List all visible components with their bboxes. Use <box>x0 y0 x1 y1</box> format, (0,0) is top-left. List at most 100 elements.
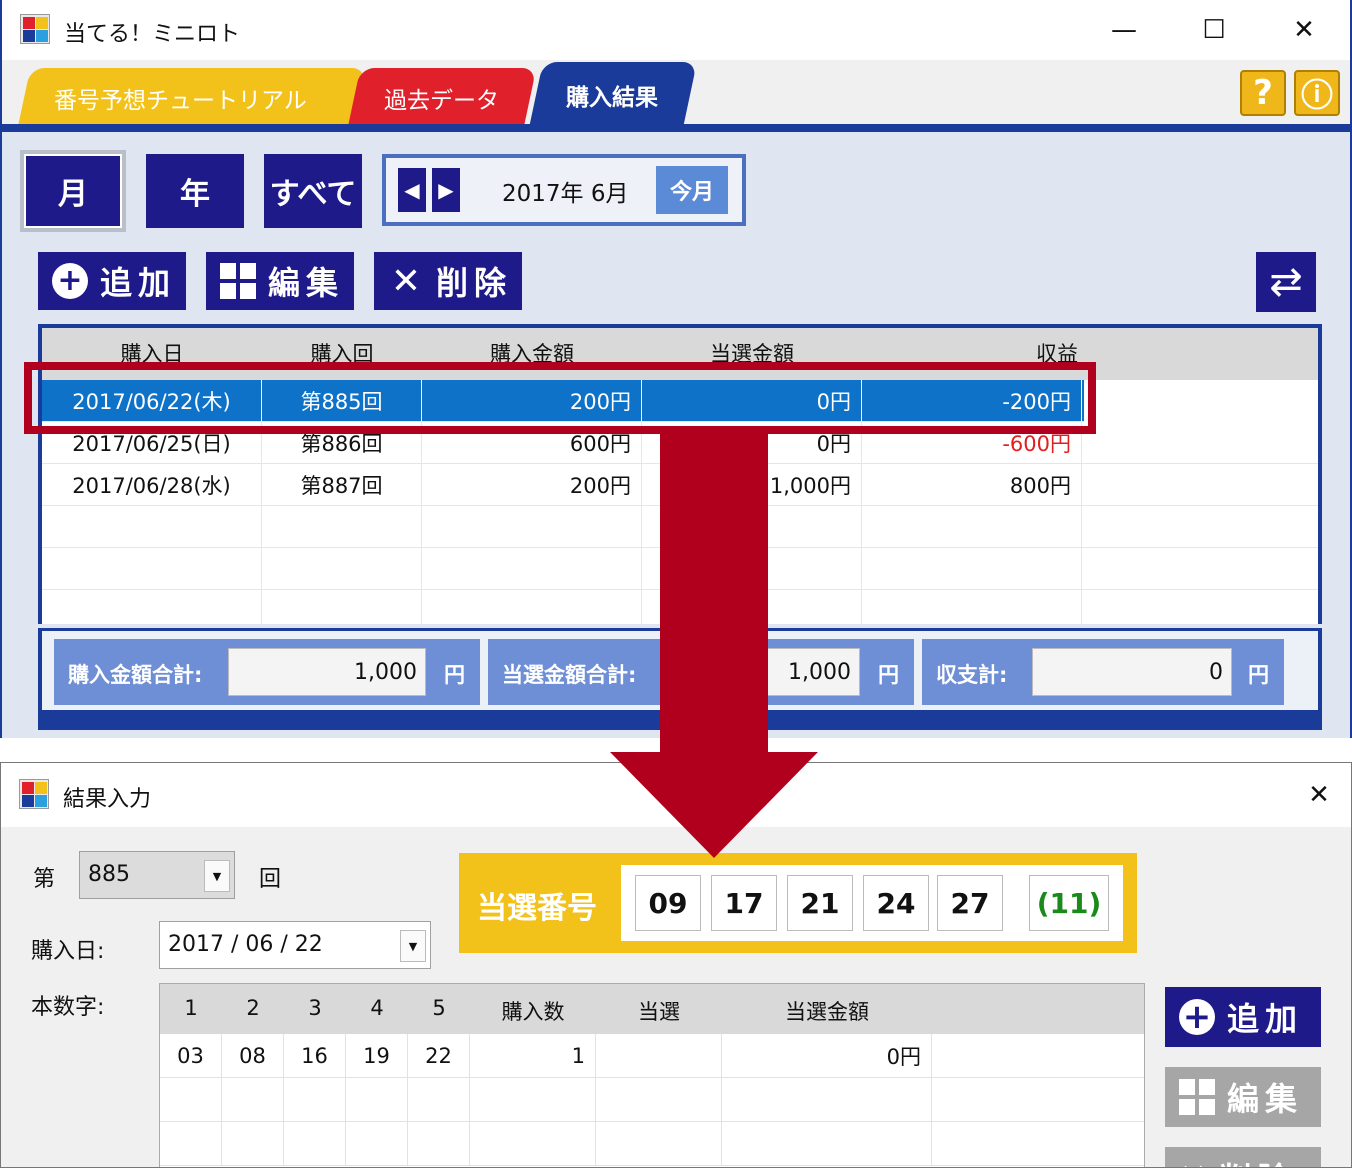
plus-circle-icon: + <box>1179 999 1215 1035</box>
col-header-n1: 1 <box>184 996 198 1020</box>
info-button[interactable]: ⓘ <box>1294 70 1340 116</box>
dialog-title: 結果入力 <box>63 787 152 812</box>
round-select[interactable]: 885 ▼ <box>79 851 235 899</box>
refresh-button[interactable]: ⇄ <box>1256 252 1316 312</box>
summary-bar: 購入金額合計: 1,000 円 当選金額合計: 1,000 円 収支計: 0 円 <box>38 628 1322 710</box>
edit-button[interactable]: 編集 <box>206 252 354 310</box>
x-icon: ✕ <box>1179 1157 1208 1167</box>
question-icon: ? <box>1253 73 1273 113</box>
add-button[interactable]: + 追加 <box>38 252 186 310</box>
cell-n5: 22 <box>408 1034 470 1078</box>
winning-numbers-title: 当選番号 <box>477 891 597 926</box>
col-header-n3: 3 <box>308 996 322 1020</box>
result-input-dialog: 結果入力 ✕ 第 885 ▼ 回 購入日: 2017 / 06 / 22 ▼ 本… <box>0 762 1352 1168</box>
purchase-date-picker[interactable]: 2017 / 06 / 22 ▼ <box>159 921 431 969</box>
table-row[interactable]: 2017/06/28(水) 第887回 200円 1,000円 800円 <box>42 464 1318 506</box>
close-button[interactable]: ✕ <box>1274 10 1334 50</box>
grid-row-empty <box>160 1122 1144 1166</box>
winning-numbers-box: 09 17 21 24 27 (11) <box>621 865 1123 941</box>
cell-n3: 16 <box>284 1034 346 1078</box>
yen-unit: 円 <box>1248 663 1269 687</box>
winning-number: 21 <box>787 875 853 931</box>
main-numbers-label: 本数字: <box>31 995 105 1020</box>
yen-unit: 円 <box>444 663 465 687</box>
tab-past-data[interactable]: 過去データ <box>347 68 537 128</box>
minimize-button[interactable]: — <box>1094 10 1154 50</box>
cell-amount: 0円 <box>722 1034 932 1078</box>
refresh-icon: ⇄ <box>1269 259 1303 305</box>
tab-underline <box>2 124 1350 132</box>
delete-button[interactable]: ✕ 削除 <box>374 252 522 310</box>
cell-n1: 03 <box>160 1034 222 1078</box>
grid-row[interactable]: 03 08 16 19 22 1 0円 <box>160 1034 1144 1078</box>
panel-splitter[interactable]: ▲ ··· <box>38 710 1322 730</box>
table-row-empty <box>42 548 1318 590</box>
winning-number: 24 <box>863 875 929 931</box>
col-header-n5: 5 <box>432 996 446 1020</box>
col-header-count: 購入数 <box>501 1000 565 1024</box>
grid-header: 1 2 3 4 5 購入数 当選 当選金額 <box>160 984 1144 1034</box>
round-suffix-label: 回 <box>259 867 282 892</box>
help-button[interactable]: ? <box>1240 70 1286 116</box>
winning-numbers-panel: 当選番号 09 17 21 24 27 (11) <box>459 853 1137 953</box>
grid-icon <box>1179 1079 1215 1115</box>
col-header-hit: 当選 <box>638 1000 680 1024</box>
tab-tutorial[interactable]: 番号予想チュートリアル <box>17 68 367 128</box>
cell-count: 1 <box>470 1034 596 1078</box>
app-logo-icon <box>20 14 50 44</box>
winning-total-box: 当選金額合計: 1,000 円 <box>488 639 914 705</box>
purchase-date-label: 購入日: <box>31 939 105 964</box>
numbers-grid: 1 2 3 4 5 購入数 当選 当選金額 03 08 16 19 22 1 0… <box>159 983 1145 1167</box>
plus-circle-icon: + <box>52 263 88 299</box>
purchase-total-label: 購入金額合計: <box>68 663 203 687</box>
current-month-label: 2017年 6月 <box>502 181 629 207</box>
balance-total-box: 収支計: 0 円 <box>922 639 1284 705</box>
app-logo-icon <box>19 779 49 809</box>
maximize-button[interactable]: ☐ <box>1184 10 1244 50</box>
tab-purchase-results[interactable]: 購入結果 <box>528 62 698 128</box>
selection-highlight-frame <box>24 362 1096 434</box>
winning-total-label: 当選金額合計: <box>502 663 637 687</box>
purchase-total-box: 購入金額合計: 1,000 円 <box>54 639 480 705</box>
dialog-close-button[interactable]: ✕ <box>1289 775 1349 815</box>
main-window: 当てる！ミニロト — ☐ ✕ 番号予想チュートリアル 過去データ 購入結果 ? … <box>0 0 1352 738</box>
col-header-n4: 4 <box>370 996 384 1020</box>
period-all-button[interactable]: すべて <box>264 154 362 228</box>
table-row-empty <box>42 590 1318 632</box>
winning-number: 27 <box>937 875 1003 931</box>
cell-date: 2017/06/28(水) <box>42 464 262 506</box>
dialog-delete-button[interactable]: ✕削除 <box>1165 1147 1321 1167</box>
prev-month-button[interactable]: ◀ <box>398 168 426 212</box>
chevron-down-icon[interactable]: ▼ <box>400 930 426 962</box>
cell-hit <box>596 1034 722 1078</box>
dialog-edit-button[interactable]: 編集 <box>1165 1067 1321 1127</box>
dialog-add-button[interactable]: + 追加 <box>1165 987 1321 1047</box>
x-icon: ✕ <box>390 260 422 302</box>
winning-number: 17 <box>711 875 777 931</box>
col-header-amount: 当選金額 <box>785 1000 869 1024</box>
col-header-n2: 2 <box>246 996 260 1020</box>
cell-profit: 800円 <box>862 464 1082 506</box>
balance-field: 0 <box>1032 648 1232 696</box>
winning-total-field: 1,000 <box>662 648 860 696</box>
cell-winning: 1,000円 <box>642 464 862 506</box>
window-title: 当てる！ミニロト <box>64 22 241 47</box>
chevron-down-icon[interactable]: ▼ <box>204 860 230 892</box>
table-row-empty <box>42 506 1318 548</box>
tab-bar: 番号予想チュートリアル 過去データ 購入結果 ? ⓘ <box>2 60 1350 128</box>
next-month-button[interactable]: ▶ <box>432 168 460 212</box>
grid-icon <box>220 263 256 299</box>
period-year-button[interactable]: 年 <box>146 154 244 228</box>
this-month-button[interactable]: 今月 <box>656 166 728 214</box>
month-navigator: ◀ ▶ 2017年 6月 今月 <box>382 154 746 226</box>
info-icon: ⓘ <box>1300 76 1333 114</box>
grid-row-empty <box>160 1078 1144 1122</box>
cell-n4: 19 <box>346 1034 408 1078</box>
purchase-total-field: 1,000 <box>228 648 426 696</box>
bonus-number: (11) <box>1029 875 1109 931</box>
cell-purchase: 200円 <box>422 464 642 506</box>
round-value: 885 <box>88 862 130 887</box>
period-month-button[interactable]: 月 <box>20 150 126 232</box>
arrow-right-icon: ▶ <box>438 178 454 202</box>
cell-n2: 08 <box>222 1034 284 1078</box>
